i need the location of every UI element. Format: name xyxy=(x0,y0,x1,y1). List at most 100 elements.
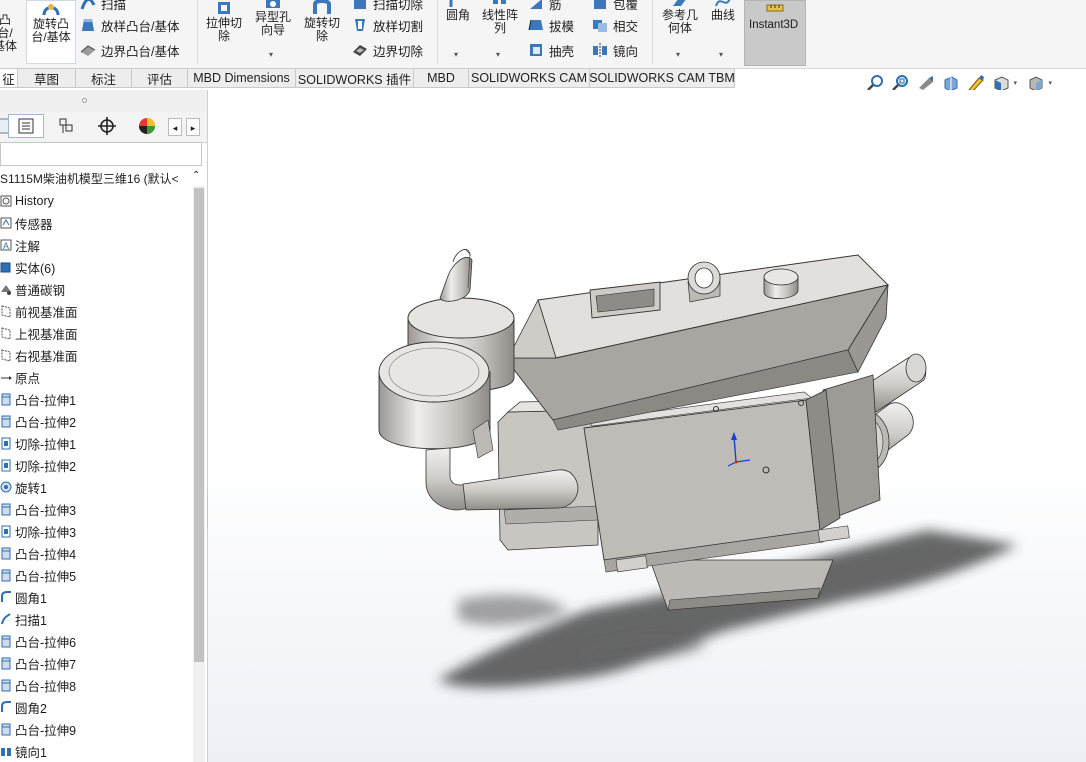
swept-cut-button[interactable]: 扫描切除 xyxy=(352,0,423,12)
revolve-boss-label: 旋转凸台/基体 xyxy=(31,17,71,44)
view-orientation-dropdown-icon[interactable]: ▾ xyxy=(1013,79,1017,87)
revolve-boss-button[interactable]: 旋转凸台/基体 xyxy=(26,0,76,64)
intersect-button[interactable]: 相交 xyxy=(592,16,638,34)
tree-item[interactable]: 原点 xyxy=(0,366,192,388)
tree-item-label: 镜向1 xyxy=(15,745,47,760)
revolve-cut-button[interactable]: 旋转切除 xyxy=(299,0,345,43)
hole-wizard-icon xyxy=(266,0,280,8)
solid-bodies-icon xyxy=(0,262,11,273)
boundary-cut-button[interactable]: 边界切除 xyxy=(352,41,423,59)
boundary-boss-button[interactable]: 边界凸台/基体 xyxy=(80,41,179,59)
hole-wizard-dropdown-icon[interactable]: ▾ xyxy=(269,48,273,61)
tree-item-label: 凸台-拉伸7 xyxy=(15,657,77,672)
tab-solidworks-cam-tbm[interactable]: SOLIDWORKS CAM TBM xyxy=(589,68,735,88)
tree-item[interactable]: 圆角2 xyxy=(0,696,192,718)
tree-item-label: 传感器 xyxy=(15,217,53,232)
tab-display-manager[interactable] xyxy=(129,114,165,138)
tab-dimxpert-manager[interactable] xyxy=(89,114,125,138)
tree-item[interactable]: 实体(6) xyxy=(0,256,192,278)
revolve-cut-icon xyxy=(313,0,331,14)
mirror-icon xyxy=(1,748,11,756)
tab-markup[interactable]: 标注 xyxy=(76,68,132,88)
tree-item[interactable]: 凸台-拉伸4 xyxy=(0,542,192,564)
tree-item[interactable]: 切除-拉伸3 xyxy=(0,520,192,542)
tab-property-manager[interactable] xyxy=(8,114,44,138)
tree-item[interactable]: A 注解 xyxy=(0,234,192,256)
extruded-cut-button[interactable]: 拉伸切除 xyxy=(201,0,247,43)
tab-evaluate[interactable]: 评估 xyxy=(132,68,188,88)
lofted-cut-button[interactable]: 放样切割 xyxy=(352,16,423,34)
sweep-button[interactable]: 扫描 xyxy=(80,0,126,12)
fillet-icon xyxy=(1,701,11,712)
tree-scrollbar-thumb[interactable] xyxy=(194,188,204,662)
boss-base-button[interactable]: 凸台/基体 xyxy=(0,14,22,53)
mirror-button[interactable]: 镜向 xyxy=(592,41,638,59)
tree-filter-input[interactable] xyxy=(0,142,202,166)
wrap-button[interactable]: 包覆 xyxy=(592,0,638,12)
instant3d-button[interactable]: Instant3D xyxy=(744,0,806,66)
boundary-cut-icon xyxy=(353,45,367,56)
display-style-dropdown-icon[interactable]: ▾ xyxy=(1048,79,1052,87)
tab-mbd[interactable]: MBD xyxy=(414,68,469,88)
tree-item-label: History xyxy=(15,194,54,208)
rib-button[interactable]: 筋 xyxy=(528,0,562,12)
tree-item[interactable]: 镜向1 xyxy=(0,740,192,762)
tree-root-part[interactable]: S1115M柴油机模型三维16 (默认< ⌃ xyxy=(0,170,205,188)
linear-pattern-dropdown-icon[interactable]: ▾ xyxy=(496,48,500,61)
tree-item[interactable]: 凸台-拉伸6 xyxy=(0,630,192,652)
tree-item[interactable]: 凸台-拉伸9 xyxy=(0,718,192,740)
tree-collapse-icon[interactable]: ⌃ xyxy=(192,170,200,181)
tab-features[interactable]: 征 xyxy=(0,68,18,88)
tree-item[interactable]: 凸台-拉伸1 xyxy=(0,388,192,410)
tree-item[interactable]: 凸台-拉伸3 xyxy=(0,498,192,520)
linear-pattern-button[interactable]: 线性阵列 ▾ xyxy=(478,0,522,59)
tree-item[interactable]: 扫描1 xyxy=(0,608,192,630)
fillet-dropdown-icon[interactable]: ▾ xyxy=(454,48,458,61)
fillet-button[interactable]: 圆角 ▾ xyxy=(441,0,475,59)
sensor-icon xyxy=(0,217,12,229)
tree-item[interactable]: 圆角1 xyxy=(0,586,192,608)
tab-sketch[interactable]: 草图 xyxy=(18,68,76,88)
configuration-icon xyxy=(59,118,73,133)
reference-geometry-button[interactable]: 参考几何体 ▾ xyxy=(656,0,704,59)
tree-item[interactable]: 切除-拉伸1 xyxy=(0,432,192,454)
tree-item-label: 普通碳钢 xyxy=(15,283,66,298)
boundary-boss-icon xyxy=(80,45,96,56)
tree-item[interactable]: 凸台-拉伸5 xyxy=(0,564,192,586)
tree-item[interactable]: 凸台-拉伸2 xyxy=(0,410,192,432)
tree-item[interactable]: 普通碳钢 xyxy=(0,278,192,300)
tree-item[interactable]: 切除-拉伸2 xyxy=(0,454,192,476)
tree-item[interactable]: 右视基准面 xyxy=(0,344,192,366)
tab-mbd-dimensions[interactable]: MBD Dimensions xyxy=(188,68,296,88)
annotation-icon: A xyxy=(0,239,12,251)
tree-item[interactable]: 凸台-拉伸7 xyxy=(0,652,192,674)
tree-item[interactable]: 前视基准面 xyxy=(0,300,192,322)
curves-button[interactable]: 曲线 ▾ xyxy=(706,0,740,59)
tab-solidworks-addins[interactable]: SOLIDWORKS 插件 xyxy=(296,68,414,88)
tree-item[interactable]: 旋转1 xyxy=(0,476,192,498)
tree-item[interactable]: 上视基准面 xyxy=(0,322,192,344)
cut-extrude-icon xyxy=(1,525,11,538)
tree-item[interactable]: 凸台-拉伸8 xyxy=(0,674,192,696)
instant3d-label: Instant3D xyxy=(749,19,799,31)
tree-item-label: 凸台-拉伸6 xyxy=(15,635,77,650)
shell-button[interactable]: 抽壳 xyxy=(528,41,574,59)
panel-collapse-grip[interactable] xyxy=(0,90,207,112)
tree-scrollbar[interactable] xyxy=(193,186,205,762)
draft-button[interactable]: 拔模 xyxy=(528,16,574,34)
loft-boss-button[interactable]: 放样凸台/基体 xyxy=(80,16,179,34)
tree-item-label: 旋转1 xyxy=(15,481,47,496)
graphics-viewport[interactable] xyxy=(208,90,1086,762)
panel-tabs-scroll-right[interactable]: ▸ xyxy=(186,118,200,136)
tab-solidworks-cam[interactable]: SOLIDWORKS CAM xyxy=(469,68,590,88)
tree-item[interactable]: 传感器 xyxy=(0,212,192,234)
plane-icon xyxy=(1,349,11,362)
curves-dropdown-icon[interactable]: ▾ xyxy=(719,48,723,61)
panel-tabs-scroll-left[interactable]: ◂ xyxy=(168,118,182,136)
hole-wizard-button[interactable]: 异型孔向导 ▾ xyxy=(250,0,296,59)
tab-configuration-manager[interactable] xyxy=(48,114,84,138)
tree-item[interactable]: History xyxy=(0,190,192,212)
extrude-icon xyxy=(1,657,11,670)
reference-geometry-dropdown-icon[interactable]: ▾ xyxy=(676,48,680,61)
extrude-icon xyxy=(1,679,11,692)
